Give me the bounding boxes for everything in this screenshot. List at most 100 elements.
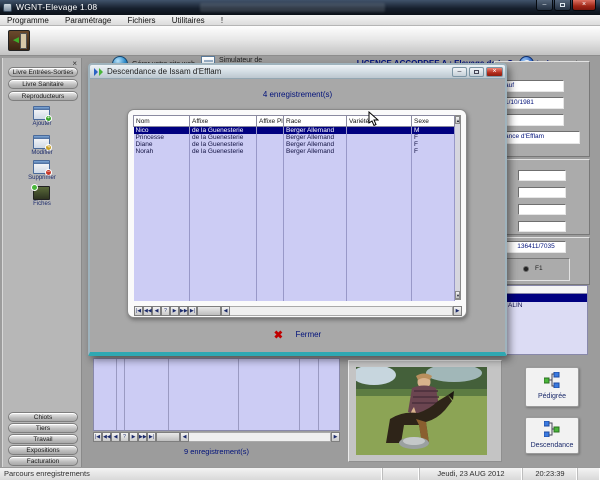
- cell-race[interactable]: Berger Allemand: [284, 134, 347, 141]
- hscrollbar-right-arrow[interactable]: ▶: [453, 306, 462, 316]
- cell-variete[interactable]: [347, 127, 412, 135]
- cell-affixe-place[interactable]: [257, 134, 284, 141]
- table-vscrollbar[interactable]: ▲ ▼: [455, 115, 461, 300]
- col-variete[interactable]: Variété: [347, 116, 412, 127]
- cell-affixe[interactable]: de la Guenesterie: [190, 141, 257, 148]
- cell-variete[interactable]: [347, 141, 412, 148]
- cell-race[interactable]: Berger Allemand: [284, 148, 347, 155]
- table-row[interactable]: Princesse de la Guenesterie Berger Allem…: [134, 134, 455, 141]
- scroll-up-icon[interactable]: ▲: [455, 116, 460, 124]
- identity-field-1[interactable]: auf: [502, 80, 564, 92]
- cell-variete[interactable]: [347, 134, 412, 141]
- dialog-maximize-button[interactable]: [469, 67, 484, 77]
- col-sexe[interactable]: Sexe: [412, 116, 455, 127]
- pager-goto-button[interactable]: ?: [120, 432, 129, 442]
- cell-affixe[interactable]: de la Guenesterie: [190, 127, 257, 135]
- cell-nom[interactable]: Princesse: [134, 134, 190, 141]
- hscrollbar-right-arrow[interactable]: ▶: [331, 432, 340, 442]
- list-item[interactable]: ALIN: [495, 302, 587, 310]
- pager-prevpage-button[interactable]: ◀◀: [143, 306, 152, 316]
- background-table[interactable]: [93, 358, 340, 431]
- middle-field-3[interactable]: [518, 204, 566, 215]
- pager-prev-button[interactable]: ◀: [111, 432, 120, 442]
- maximize-button[interactable]: [554, 0, 571, 11]
- middle-field-1[interactable]: [518, 170, 566, 181]
- sidebar-item-expositions[interactable]: Expositions: [8, 445, 78, 455]
- pager-nextpage-button[interactable]: ▶▶: [138, 432, 147, 442]
- menu-utilitaires[interactable]: Utilitaires: [165, 15, 212, 26]
- files-icon[interactable]: [33, 186, 50, 200]
- resize-grip[interactable]: [578, 468, 600, 480]
- background-list[interactable]: ALIN: [494, 285, 588, 355]
- dialog-close-button[interactable]: ×: [486, 67, 503, 77]
- col-affixe-place[interactable]: Affixe Place: [257, 116, 284, 127]
- dialog-titlebar[interactable]: Descendance de Issam d'Efflam – ×: [90, 65, 505, 79]
- middle-field-4[interactable]: [518, 221, 566, 232]
- cell-sexe[interactable]: M: [412, 127, 455, 135]
- cell-nom[interactable]: Norah: [134, 148, 190, 155]
- menu-parametrage[interactable]: Paramétrage: [58, 15, 118, 26]
- files-label[interactable]: Fiches: [17, 201, 67, 207]
- menu-help[interactable]: !: [214, 15, 230, 26]
- menu-programme[interactable]: Programme: [0, 15, 56, 26]
- list-selected-row[interactable]: [495, 294, 587, 302]
- sidebar-item-tiers[interactable]: Tiers: [8, 423, 78, 433]
- dialog-minimize-button[interactable]: –: [452, 67, 467, 77]
- middle-field-2[interactable]: [518, 187, 566, 198]
- descendance-button[interactable]: Descendance: [525, 417, 579, 454]
- col-race[interactable]: Race: [284, 116, 347, 127]
- pager-goto-button[interactable]: ?: [161, 306, 170, 316]
- cell-nom[interactable]: Nico: [134, 127, 190, 135]
- pager-prev-button[interactable]: ◀: [152, 306, 161, 316]
- cell-affixe[interactable]: de la Guenesterie: [190, 134, 257, 141]
- cell-affixe-place[interactable]: [257, 148, 284, 155]
- cell-sexe[interactable]: F: [412, 148, 455, 155]
- col-affixe[interactable]: Affixe: [190, 116, 257, 127]
- scroll-down-icon[interactable]: ▼: [455, 291, 460, 299]
- cell-sexe[interactable]: F: [412, 134, 455, 141]
- dog-name-field[interactable]: ance d'Efflam: [502, 131, 580, 144]
- cell-affixe-place[interactable]: [257, 141, 284, 148]
- pager-next-button[interactable]: ▶: [170, 306, 179, 316]
- delete-label[interactable]: Supprimer: [17, 175, 67, 181]
- add-label[interactable]: Ajouter: [17, 121, 67, 127]
- lof-number-field[interactable]: 136411/7035: [506, 241, 566, 253]
- sidebar-item-facturation[interactable]: Facturation: [8, 456, 78, 466]
- cell-race[interactable]: Berger Allemand: [284, 141, 347, 148]
- sidebar-item-chiots[interactable]: Chiots: [8, 412, 78, 422]
- radio-label[interactable]: F1: [535, 265, 543, 272]
- col-nom[interactable]: Nom: [134, 116, 190, 127]
- edit-label[interactable]: Modifier: [17, 150, 67, 156]
- hscrollbar-track[interactable]: [230, 306, 453, 316]
- pager-nextpage-button[interactable]: ▶▶: [179, 306, 188, 316]
- hscrollbar-left-arrow[interactable]: ◀: [221, 306, 230, 316]
- cell-nom[interactable]: Diane: [134, 141, 190, 148]
- cell-affixe[interactable]: de la Guenesterie: [190, 148, 257, 155]
- exit-button[interactable]: ◄: [8, 30, 30, 51]
- sidebar-item-travail[interactable]: Travail: [8, 434, 78, 444]
- table-row[interactable]: Diane de la Guenesterie Berger Allemand …: [134, 141, 455, 148]
- pager-first-button[interactable]: |◀: [93, 432, 102, 442]
- sidebar-item-livre-sanitaire[interactable]: Livre Sanitaire: [8, 79, 78, 89]
- birthdate-field[interactable]: 1/10/1981: [502, 97, 564, 109]
- delete-icon[interactable]: –: [33, 160, 50, 174]
- hscrollbar-left-arrow[interactable]: ◀: [180, 432, 189, 442]
- pager-prevpage-button[interactable]: ◀◀: [102, 432, 111, 442]
- radio-icon[interactable]: [523, 266, 529, 272]
- sidebar-item-livre-entrees-sorties[interactable]: Livre Entrées-Sorties: [8, 67, 78, 77]
- edit-icon[interactable]: ✎: [33, 135, 50, 149]
- hscrollbar-track[interactable]: [189, 432, 331, 442]
- pedigree-button[interactable]: Pédigrée: [525, 367, 579, 407]
- table-row[interactable]: Norah de la Guenesterie Berger Allemand …: [134, 148, 455, 155]
- pager-first-button[interactable]: |◀: [134, 306, 143, 316]
- hscrollbar-thumb[interactable]: [197, 306, 221, 316]
- close-button[interactable]: ×: [572, 0, 596, 11]
- identity-field-3[interactable]: [502, 114, 564, 126]
- cell-affixe-place[interactable]: [257, 127, 284, 135]
- pager-last-button[interactable]: ▶|: [147, 432, 156, 442]
- hscrollbar-thumb[interactable]: [156, 432, 180, 442]
- pager-last-button[interactable]: ▶|: [188, 306, 197, 316]
- pager-next-button[interactable]: ▶: [129, 432, 138, 442]
- add-icon[interactable]: +: [33, 106, 50, 120]
- table-row[interactable]: Nico de la Guenesterie Berger Allemand M: [134, 127, 455, 135]
